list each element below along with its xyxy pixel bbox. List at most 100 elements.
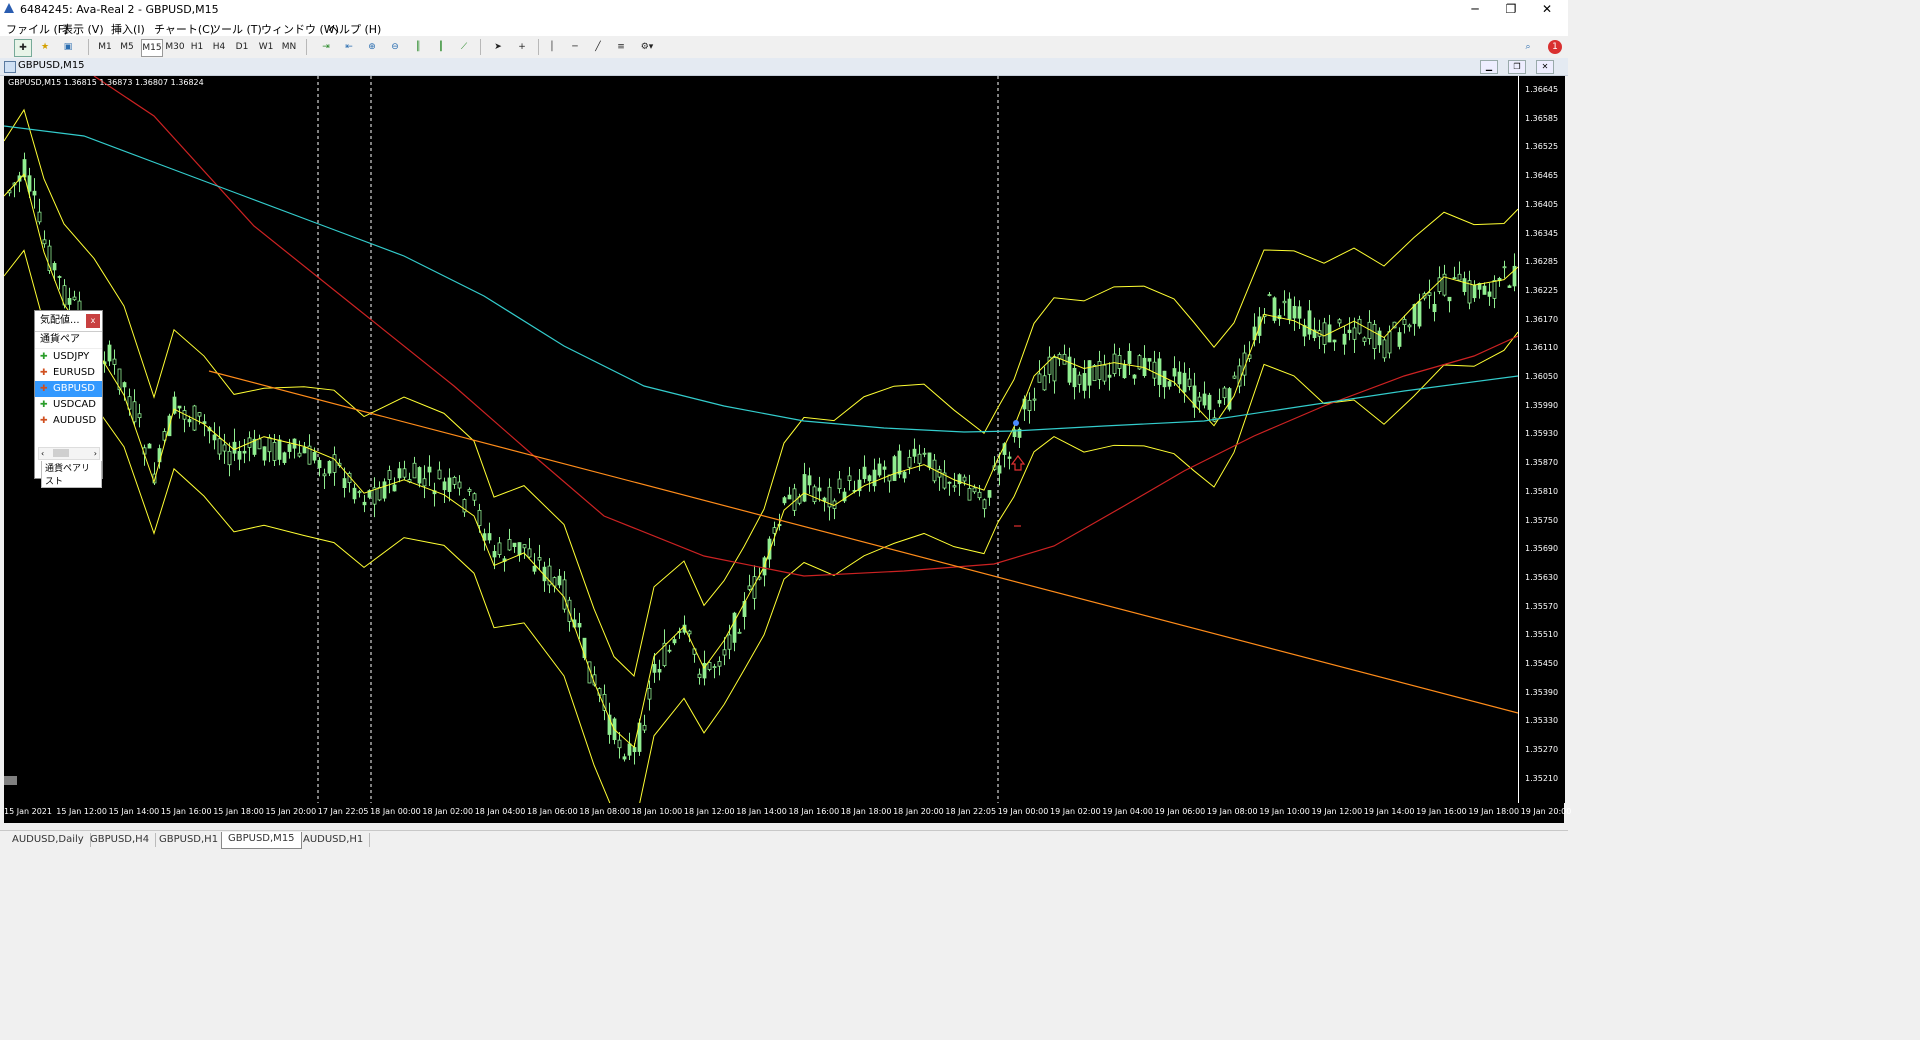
candle-body bbox=[377, 487, 382, 501]
search-icon[interactable]: ⌕ bbox=[1520, 39, 1536, 55]
candle-body bbox=[417, 467, 422, 484]
scroll-right-icon[interactable]: › bbox=[94, 448, 97, 459]
horizontal-line-icon[interactable]: ─ bbox=[567, 39, 583, 55]
menu-bar: ファイル (F) 表示 (V) 挿入(I) チャート(C) ツール (T) ウィ… bbox=[0, 18, 1568, 36]
symbol-row-usdcad[interactable]: ✚ USDCAD bbox=[35, 397, 102, 413]
line-chart-icon[interactable]: ⟋ bbox=[456, 39, 472, 55]
price-tick-label: 1.36170 bbox=[1525, 314, 1559, 324]
symbol-column-header[interactable]: 通貨ペア bbox=[35, 332, 102, 349]
candle-body bbox=[1007, 456, 1012, 459]
timeframe-h4-button[interactable]: H4 bbox=[212, 39, 226, 55]
time-tick-label: 18 Jan 14:00 bbox=[736, 807, 787, 816]
candle-body bbox=[687, 630, 692, 635]
market-watch-close-button[interactable]: x bbox=[86, 314, 100, 328]
tab-gbpusd-h1[interactable]: GBPUSD,H1 bbox=[153, 833, 226, 847]
symbol-name: AUDUSD bbox=[53, 415, 97, 426]
trendline-icon[interactable]: ╱ bbox=[590, 39, 606, 55]
candle-body bbox=[437, 469, 442, 480]
cursor-icon[interactable]: ➤ bbox=[490, 39, 506, 55]
candlestick-icon[interactable]: ┃ bbox=[433, 39, 449, 55]
tab-gbpusd-m15[interactable]: GBPUSD,M15 bbox=[221, 832, 302, 849]
time-tick-label: 18 Jan 10:00 bbox=[631, 807, 683, 816]
menu-tools[interactable]: ツール (T) bbox=[210, 21, 262, 37]
timeframe-w1-button[interactable]: W1 bbox=[258, 39, 274, 55]
arrow-down-icon: ✚ bbox=[40, 384, 48, 394]
market-watch-header: 気配値... x bbox=[35, 311, 102, 332]
candle-body bbox=[882, 466, 887, 470]
price-tick-label: 1.36645 bbox=[1525, 85, 1559, 94]
notification-badge[interactable]: 1 bbox=[1548, 40, 1562, 54]
fibonacci-icon[interactable]: ≡ bbox=[613, 39, 629, 55]
candle-body bbox=[72, 296, 77, 301]
tab-audusd-daily[interactable]: AUDUSD,Daily bbox=[6, 833, 91, 847]
vertical-line-icon[interactable]: │ bbox=[544, 39, 560, 55]
chart-shift-icon[interactable]: ⇤ bbox=[341, 39, 357, 55]
candle-body bbox=[807, 475, 812, 486]
menu-file[interactable]: ファイル (F) bbox=[6, 21, 68, 37]
candle-body bbox=[237, 451, 242, 460]
price-tick-label: 1.35870 bbox=[1525, 458, 1559, 468]
candle-body bbox=[752, 576, 757, 599]
tab-gbpusd-h4[interactable]: GBPUSD,H4 bbox=[84, 833, 157, 847]
candle-body bbox=[1507, 285, 1512, 288]
candle-body bbox=[1232, 375, 1237, 379]
zoom-in-icon[interactable]: ⊕ bbox=[364, 39, 380, 55]
time-tick-label: 19 Jan 12:00 bbox=[1311, 807, 1363, 816]
shapes-dropdown-icon[interactable]: ⚙▾ bbox=[636, 39, 658, 55]
scroll-left-icon[interactable]: ‹ bbox=[41, 448, 44, 459]
candle-body bbox=[1297, 306, 1302, 319]
bar-chart-icon[interactable]: ║ bbox=[410, 39, 426, 55]
close-window-button[interactable]: ✕ bbox=[1524, 0, 1570, 18]
menu-view[interactable]: 表示 (V) bbox=[62, 21, 104, 37]
candle-body bbox=[1172, 368, 1177, 377]
symbol-row-usdjpy[interactable]: ✚ USDJPY bbox=[35, 349, 102, 365]
symbol-row-audusd[interactable]: ✚ AUDUSD bbox=[35, 413, 102, 429]
tab-audusd-h1[interactable]: AUDUSD,H1 bbox=[297, 833, 371, 847]
chart-close-button[interactable]: ✕ bbox=[1536, 60, 1554, 74]
scroll-thumb[interactable] bbox=[53, 449, 69, 457]
candle-body bbox=[522, 544, 527, 549]
price-tick-label: 1.35930 bbox=[1525, 429, 1559, 439]
chart-restore-button[interactable]: ❐ bbox=[1508, 60, 1526, 74]
candle-body bbox=[642, 724, 647, 731]
timeframe-mn-button[interactable]: MN bbox=[281, 39, 297, 55]
zoom-out-icon[interactable]: ⊖ bbox=[387, 39, 403, 55]
timeframe-m5-button[interactable]: M5 bbox=[120, 39, 134, 55]
price-tick-label: 1.36525 bbox=[1525, 142, 1559, 152]
timeframe-m30-button[interactable]: M30 bbox=[165, 39, 185, 55]
chart-scroll-handle[interactable] bbox=[4, 776, 17, 785]
candle-body bbox=[1052, 357, 1057, 382]
autoscroll-icon[interactable]: ⇥ bbox=[318, 39, 334, 55]
timeframe-d1-button[interactable]: D1 bbox=[235, 39, 249, 55]
timeframe-m15-button[interactable]: M15 bbox=[141, 39, 163, 57]
navigator-icon[interactable]: ▣ bbox=[60, 39, 76, 55]
candle-body bbox=[667, 649, 672, 652]
candle-body bbox=[1362, 337, 1367, 342]
candle-body bbox=[1157, 358, 1162, 385]
crosshair-icon[interactable]: + bbox=[514, 39, 530, 55]
timeframe-h1-button[interactable]: H1 bbox=[190, 39, 204, 55]
symbol-row-gbpusd[interactable]: ✚ GBPUSD bbox=[35, 381, 102, 397]
candle-body bbox=[492, 551, 497, 558]
market-watch-window[interactable]: 気配値... x 通貨ペア ✚ USDJPY ✚ EURUSD ✚ GBPUSD ✚ U… bbox=[34, 310, 103, 488]
candle-body bbox=[892, 456, 897, 481]
new-chart-icon[interactable]: ✚ bbox=[14, 39, 32, 57]
menu-charts[interactable]: チャート(C) bbox=[154, 21, 214, 37]
candle-body bbox=[467, 489, 472, 492]
symbol-row-eurusd[interactable]: ✚ EURUSD bbox=[35, 365, 102, 381]
candle-body bbox=[217, 438, 222, 455]
profiles-icon[interactable]: ★ bbox=[37, 39, 53, 55]
timeframe-m1-button[interactable]: M1 bbox=[98, 39, 112, 55]
menu-help[interactable]: ヘルプ (H) bbox=[328, 21, 381, 37]
menu-insert[interactable]: 挿入(I) bbox=[111, 21, 145, 37]
market-watch-scrollbar[interactable]: ‹ › bbox=[38, 447, 100, 460]
price-chart[interactable]: GBPUSD,M15 1.36815 1.36873 1.36807 1.368… bbox=[4, 76, 1518, 803]
candle-body bbox=[847, 475, 852, 481]
candle-body bbox=[697, 673, 702, 679]
symbols-tab[interactable]: 通貨ペアリスト bbox=[41, 461, 102, 488]
time-tick-label: 15 Jan 16:00 bbox=[160, 807, 212, 816]
chart-minimize-button[interactable]: ▁ bbox=[1480, 60, 1498, 74]
time-tick-label: 19 Jan 18:00 bbox=[1468, 807, 1520, 816]
candle-body bbox=[1127, 350, 1132, 364]
candle-body bbox=[1452, 277, 1457, 280]
